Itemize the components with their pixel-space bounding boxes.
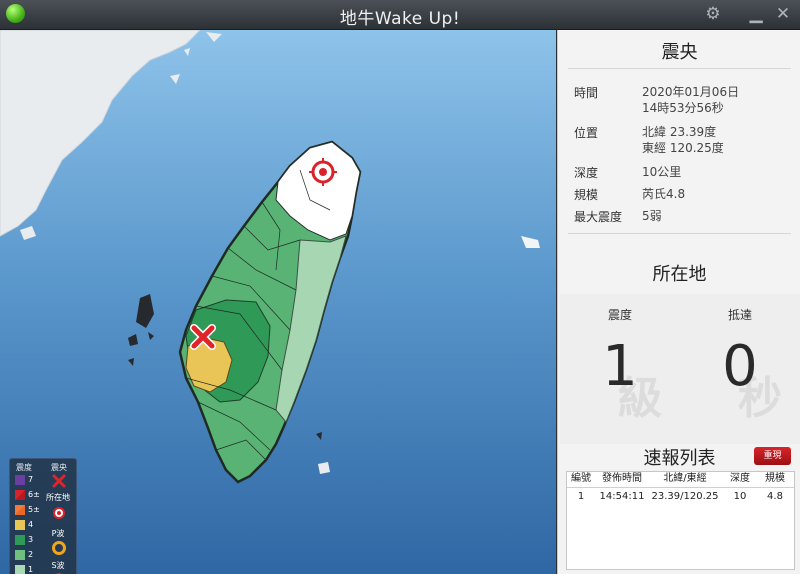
- latitude-value: 北緯 23.39度: [642, 125, 717, 139]
- level-label: 1: [28, 565, 34, 574]
- coast-island: [184, 48, 190, 56]
- p-wave-ring-icon: [52, 541, 66, 555]
- gear-icon[interactable]: ⚙: [702, 3, 724, 25]
- penghu-islands: [128, 294, 154, 366]
- time-value-date: 2020年01月06日: [642, 85, 740, 99]
- mainland-coast: [0, 30, 201, 237]
- legend-intensity-header: 震度: [16, 463, 32, 472]
- intensity-label: 震度: [607, 308, 632, 322]
- island-east: [521, 236, 540, 248]
- arrival-value: 0: [722, 334, 758, 399]
- col-header: 深度: [730, 473, 750, 484]
- max-intensity-value: 5弱: [642, 209, 662, 223]
- map-legend: 震度 震央 7 6± 5± 4 3 2 1 所在地 P波 S波: [9, 458, 77, 574]
- intensity-map[interactable]: 震度 震央 7 6± 5± 4 3 2 1 所在地 P波 S波: [0, 30, 556, 574]
- max-intensity-label: 最大震度: [574, 210, 623, 224]
- coast-island: [206, 32, 222, 42]
- map-canvas: [0, 30, 540, 484]
- app-window: 地牛Wake Up! ⚙ ▁ ✕ 震度 震央 7 6± 5± 4 3 2 1 所…: [0, 0, 800, 574]
- arrival-label: 抵達: [727, 308, 752, 322]
- epicenter-title: 震央: [661, 42, 698, 63]
- col-header: 編號: [571, 473, 591, 484]
- longitude-value: 東經 120.25度: [642, 141, 724, 155]
- time-value-clock: 14時53分56秒: [642, 101, 724, 115]
- level-label: 4: [28, 520, 34, 529]
- level-swatch: [15, 475, 25, 485]
- legend-s-wave-label: S波: [51, 561, 65, 570]
- legend-p-wave-label: P波: [51, 529, 65, 538]
- level-label: 5±: [28, 505, 40, 514]
- level-swatch: [15, 520, 25, 530]
- level-label: 3: [28, 535, 34, 544]
- divider: [568, 68, 791, 69]
- table-cell[interactable]: 14:54:11: [595, 490, 649, 504]
- intensity-value: 1: [602, 334, 638, 399]
- level-label: 2: [28, 550, 34, 559]
- col-header: 規模: [765, 473, 785, 484]
- time-label: 時間: [574, 86, 599, 100]
- level-swatch: [15, 535, 25, 545]
- coast-island: [20, 226, 36, 240]
- level-swatch: [15, 490, 25, 500]
- depth-value: 10公里: [642, 165, 682, 179]
- legend-epicenter-header: 震央: [51, 463, 67, 472]
- arrival-cell: 秒 抵達 0: [680, 294, 800, 444]
- col-header: 發佈時間: [602, 473, 642, 484]
- level-swatch: [15, 565, 25, 574]
- intensity-cell: 級 震度 1: [560, 294, 680, 444]
- green-island: [316, 432, 322, 440]
- replay-button[interactable]: 重現: [754, 447, 791, 465]
- table-cell[interactable]: 1: [567, 490, 595, 504]
- level-label: 7: [28, 475, 34, 484]
- coast-island: [170, 74, 180, 84]
- magnitude-label: 規模: [574, 188, 599, 202]
- depth-label: 深度: [574, 166, 599, 180]
- location-label: 位置: [574, 126, 599, 140]
- title-bar: 地牛Wake Up! ⚙ ▁ ✕: [0, 0, 800, 30]
- col-header: 北緯/東經: [663, 473, 707, 484]
- close-icon[interactable]: ✕: [772, 3, 794, 25]
- level-label: 6±: [28, 490, 40, 499]
- level-swatch: [15, 505, 25, 515]
- table-cell[interactable]: 10: [723, 490, 757, 504]
- table-cell[interactable]: 23.39/120.25: [649, 490, 721, 504]
- location-title: 所在地: [652, 264, 707, 285]
- location-target-icon: [53, 507, 65, 519]
- window-title: 地牛Wake Up!: [339, 9, 461, 29]
- legend-location-label: 所在地: [46, 493, 70, 502]
- red-x-icon: [52, 474, 66, 488]
- info-panel: 震央 時間 2020年01月06日 14時53分56秒 位置 北緯 23.39度…: [557, 30, 800, 574]
- minimize-icon[interactable]: ▁: [745, 3, 767, 25]
- level-swatch: [15, 550, 25, 560]
- orchid-island: [318, 462, 330, 474]
- table-cell[interactable]: 4.8: [757, 490, 793, 504]
- divider: [568, 233, 791, 234]
- header-divider: [567, 487, 794, 488]
- report-table: 編號 發佈時間 北緯/東經 深度 規模 1 14:54:11 23.39/120…: [566, 471, 795, 570]
- magnitude-value: 芮氏4.8: [642, 187, 686, 201]
